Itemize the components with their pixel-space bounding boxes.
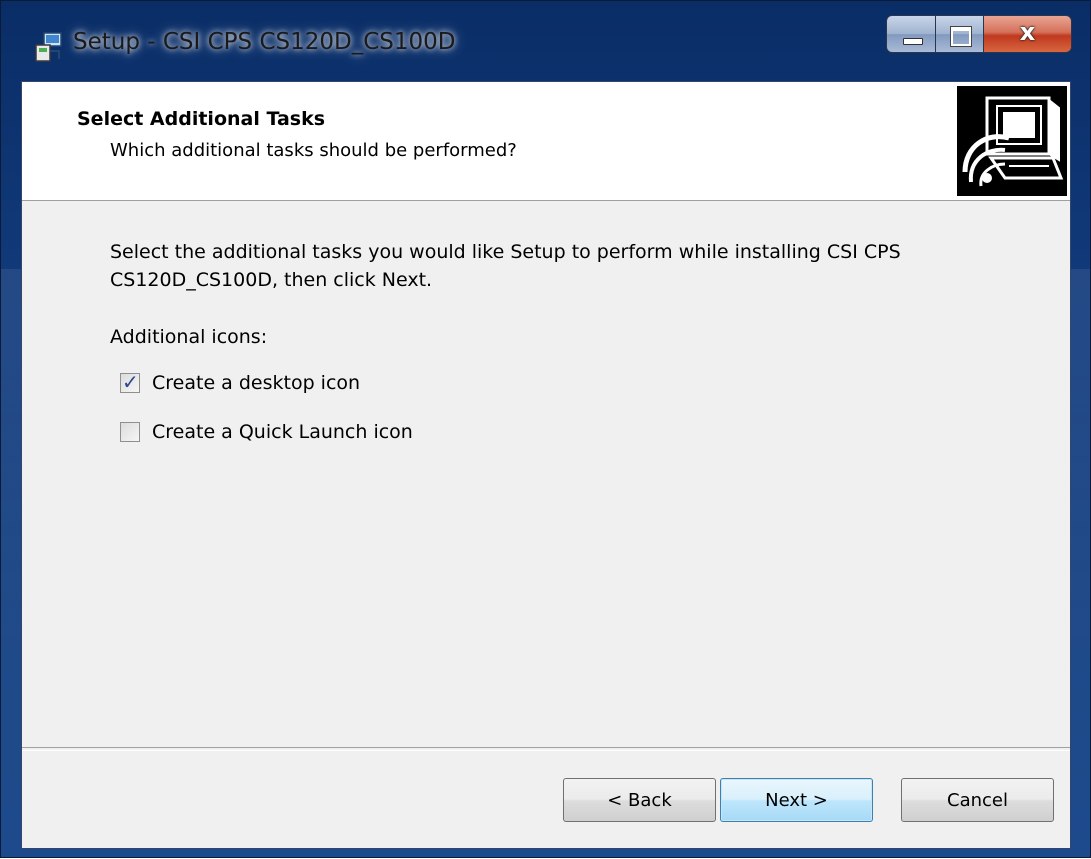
close-button[interactable]: x	[984, 15, 1072, 53]
maximize-icon	[951, 27, 971, 46]
wizard-header: Select Additional Tasks Which additional…	[22, 82, 1070, 201]
window-title: Setup - CSI CPS CS120D_CS100D	[73, 29, 456, 55]
desktop-icon-checkbox[interactable]: ✓	[120, 370, 140, 394]
task-quick-launch-icon[interactable]: Create a Quick Launch icon	[120, 421, 413, 443]
footer-divider	[22, 747, 1070, 751]
task-desktop-icon[interactable]: ✓ Create a desktop icon	[120, 370, 360, 394]
page-title: Select Additional Tasks	[77, 108, 326, 130]
next-button[interactable]: Next >	[720, 778, 873, 822]
title-bar[interactable]: Setup - CSI CPS CS120D_CS100D x	[1, 1, 1090, 81]
minimize-icon	[903, 38, 923, 45]
additional-icons-label: Additional icons:	[110, 326, 268, 348]
checkmark-icon: ✓	[122, 370, 139, 394]
minimize-button[interactable]	[886, 15, 936, 53]
setup-window: Setup - CSI CPS CS120D_CS100D x Select A…	[0, 0, 1091, 859]
quick-launch-icon-checkbox[interactable]	[120, 422, 140, 442]
maximize-button[interactable]	[936, 15, 984, 53]
wizard-page: Select Additional Tasks Which additional…	[21, 81, 1071, 849]
back-button[interactable]: < Back	[563, 778, 716, 822]
close-icon: x	[1019, 18, 1036, 46]
quick-launch-icon-label[interactable]: Create a Quick Launch icon	[152, 421, 413, 443]
instructions-text: Select the additional tasks you would li…	[110, 241, 901, 291]
setup-app-icon	[35, 32, 62, 62]
page-subtitle: Which additional tasks should be perform…	[110, 140, 517, 161]
cancel-button[interactable]: Cancel	[901, 778, 1054, 822]
window-controls: x	[886, 15, 1072, 53]
computer-setup-icon	[957, 86, 1067, 196]
desktop-icon-label[interactable]: Create a desktop icon	[152, 372, 360, 394]
